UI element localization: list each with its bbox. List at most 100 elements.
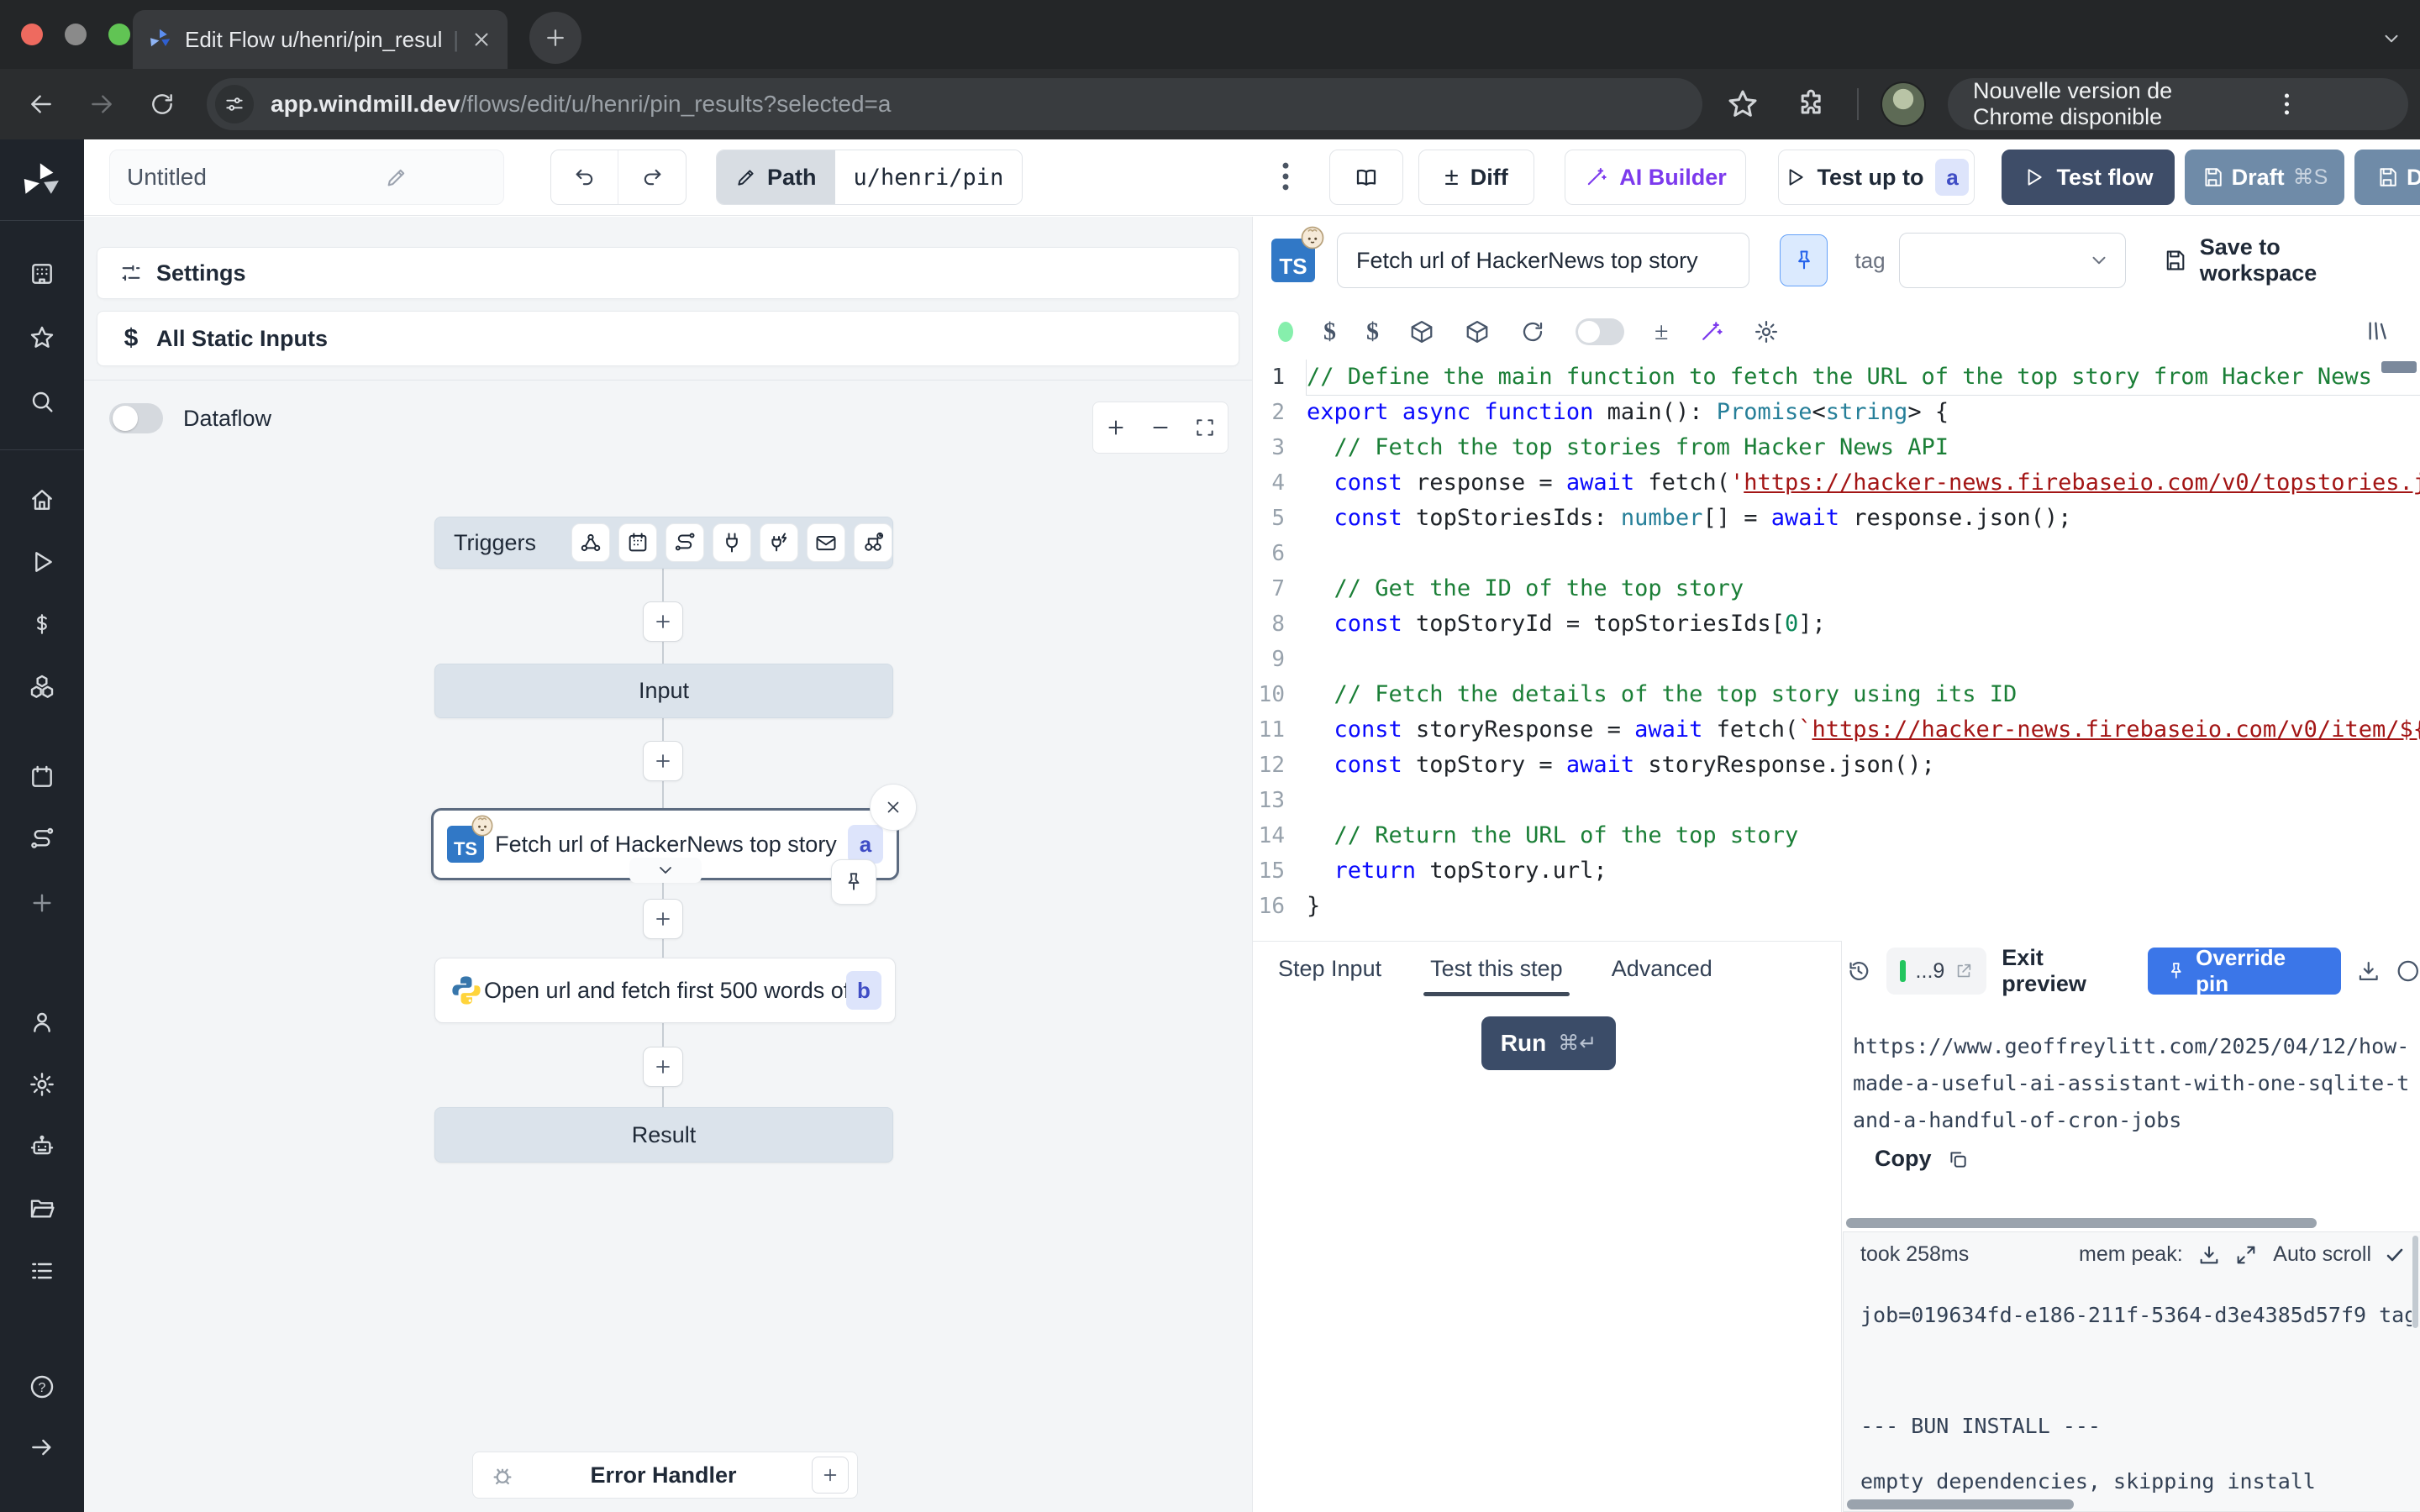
flow-step-b-node[interactable]: Open url and fetch first 500 words of ..… bbox=[434, 958, 896, 1023]
ai-builder-button[interactable]: AI Builder bbox=[1565, 150, 1746, 205]
pin-toggle-button[interactable] bbox=[1780, 234, 1828, 286]
code-line[interactable]: 15 return topStory.url; bbox=[1253, 853, 2420, 889]
job-run-badge[interactable]: ...9 bbox=[1886, 948, 1987, 995]
edit-pencil-icon[interactable] bbox=[307, 165, 487, 189]
window-minimize-button[interactable] bbox=[65, 24, 87, 45]
extensions-icon[interactable] bbox=[1795, 87, 1828, 121]
code-line[interactable]: 14 // Return the URL of the top story bbox=[1253, 818, 2420, 853]
editor-settings-gear-icon[interactable] bbox=[1754, 319, 1779, 344]
ai-wand-icon[interactable] bbox=[1698, 319, 1723, 344]
tab-advanced[interactable]: Advanced bbox=[1612, 942, 1712, 996]
path-button[interactable]: Path u/henri/pin bbox=[716, 150, 1023, 205]
code-line[interactable]: 12 const topStory = await storyResponse.… bbox=[1253, 748, 2420, 783]
audit-logs-icon[interactable] bbox=[23, 1252, 61, 1290]
tab-close-icon[interactable] bbox=[471, 29, 492, 50]
expand-sidebar-icon[interactable] bbox=[23, 1428, 61, 1467]
add-step-button[interactable] bbox=[643, 899, 683, 939]
result-node[interactable]: Result bbox=[434, 1107, 893, 1163]
log-horizontal-scrollbar[interactable] bbox=[1847, 1499, 2074, 1509]
window-close-button[interactable] bbox=[21, 24, 43, 45]
history-icon[interactable] bbox=[1846, 958, 1871, 984]
code-line[interactable]: 8 const topStoryId = topStoriesIds[0]; bbox=[1253, 606, 2420, 642]
flow-step-a-node[interactable]: TS Fetch url of HackerNews top story a bbox=[431, 808, 899, 880]
override-pin-button[interactable]: Override pin bbox=[2148, 948, 2341, 995]
error-handler-node[interactable]: Error Handler bbox=[472, 1452, 858, 1499]
log-vertical-scrollbar[interactable] bbox=[2412, 1236, 2418, 1328]
expand-logs-icon[interactable] bbox=[2234, 1243, 2258, 1267]
search-icon[interactable] bbox=[23, 382, 61, 421]
flow-settings-row[interactable]: Settings bbox=[97, 247, 1239, 299]
code-line[interactable]: 6 bbox=[1253, 536, 2420, 571]
auto-scroll-label[interactable]: Auto scroll bbox=[2273, 1242, 2371, 1267]
deploy-button[interactable]: Deploy bbox=[2354, 150, 2420, 205]
chrome-update-button[interactable]: Nouvelle version de Chrome disponible bbox=[1948, 78, 2408, 130]
code-line[interactable]: 1// Define the main function to fetch th… bbox=[1253, 360, 2420, 395]
redo-button[interactable] bbox=[618, 150, 686, 204]
external-link-icon[interactable] bbox=[1954, 962, 1973, 980]
download-logs-icon[interactable] bbox=[2197, 1243, 2221, 1267]
email-icon[interactable] bbox=[807, 523, 845, 562]
help-icon[interactable]: ? bbox=[23, 1368, 61, 1406]
forward-icon[interactable] bbox=[84, 87, 119, 122]
code-line[interactable]: 7 // Get the ID of the top story bbox=[1253, 571, 2420, 606]
package-icon[interactable] bbox=[1409, 319, 1434, 344]
add-item-icon[interactable] bbox=[23, 884, 61, 922]
variables-icon[interactable] bbox=[23, 605, 61, 643]
kafka-icon[interactable] bbox=[760, 523, 798, 562]
windmill-logo[interactable] bbox=[20, 160, 64, 203]
webhook-icon[interactable] bbox=[571, 523, 610, 562]
zoom-out-button[interactable] bbox=[1138, 402, 1182, 453]
resources-icon[interactable]: $ bbox=[1366, 319, 1379, 344]
reload-icon[interactable] bbox=[1520, 319, 1545, 344]
avatar[interactable] bbox=[1881, 81, 1926, 127]
settings-gear-icon[interactable] bbox=[23, 1065, 61, 1104]
runs-icon[interactable] bbox=[23, 543, 61, 581]
http-route-icon[interactable] bbox=[666, 523, 704, 562]
undo-button[interactable] bbox=[551, 150, 618, 204]
copy-result-button[interactable]: Copy bbox=[1875, 1146, 1969, 1172]
schedule-icon[interactable] bbox=[618, 523, 657, 562]
input-node[interactable]: Input bbox=[434, 664, 893, 718]
log-horizontal-scrollbar[interactable] bbox=[1846, 1218, 2317, 1228]
folders-icon[interactable] bbox=[23, 1189, 61, 1228]
diff-plusminus-icon[interactable]: ± bbox=[1655, 318, 1668, 346]
tab-search-chevron-icon[interactable] bbox=[2373, 20, 2410, 57]
download-result-icon[interactable] bbox=[2356, 958, 2381, 984]
home-icon[interactable] bbox=[23, 480, 61, 519]
add-step-button[interactable] bbox=[643, 741, 683, 781]
tag-select[interactable] bbox=[1899, 233, 2126, 288]
add-step-button[interactable] bbox=[643, 1047, 683, 1087]
exit-preview-button[interactable]: Exit preview bbox=[2002, 945, 2132, 997]
triggers-node[interactable]: Triggers bbox=[434, 517, 893, 569]
diff-button[interactable]: ± Diff bbox=[1418, 150, 1534, 205]
pinned-indicator-button[interactable] bbox=[831, 859, 876, 905]
code-line[interactable]: 9 bbox=[1253, 642, 2420, 677]
variables-icon[interactable]: $ bbox=[1323, 319, 1336, 344]
site-settings-icon[interactable] bbox=[215, 85, 254, 123]
reload-icon[interactable] bbox=[145, 87, 180, 122]
new-tab-button[interactable] bbox=[529, 12, 581, 64]
test-up-to-button[interactable]: Test up to a bbox=[1778, 150, 1975, 205]
package-icon[interactable] bbox=[1465, 319, 1490, 344]
window-zoom-button[interactable] bbox=[108, 24, 130, 45]
dataflow-toggle[interactable] bbox=[109, 403, 163, 433]
all-static-inputs-row[interactable]: $ All Static Inputs bbox=[97, 311, 1239, 366]
editor-scrollbar[interactable] bbox=[2381, 361, 2417, 373]
workers-icon[interactable] bbox=[23, 1127, 61, 1166]
tab-step-input[interactable]: Step Input bbox=[1278, 942, 1381, 996]
back-icon[interactable] bbox=[24, 87, 59, 122]
test-flow-button[interactable]: Test flow bbox=[2002, 150, 2175, 205]
browser-tab[interactable]: Edit Flow u/henri/pin_results | bbox=[133, 10, 508, 69]
collapse-step-button[interactable] bbox=[629, 858, 702, 883]
address-bar[interactable]: app.windmill.dev/flows/edit/u/henri/pin_… bbox=[207, 78, 1702, 130]
code-line[interactable]: 10 // Fetch the details of the top story… bbox=[1253, 677, 2420, 712]
more-options-icon[interactable] bbox=[1267, 158, 1304, 195]
code-line[interactable]: 4 const response = await fetch('https://… bbox=[1253, 465, 2420, 501]
info-circle-icon[interactable] bbox=[2396, 958, 2420, 984]
flow-title-field[interactable]: Untitled bbox=[109, 150, 504, 205]
add-step-button[interactable] bbox=[643, 601, 683, 642]
bookmark-star-icon[interactable] bbox=[1726, 87, 1760, 121]
save-to-workspace-button[interactable]: Save to workspace bbox=[2163, 234, 2402, 286]
browser-menu-icon[interactable] bbox=[2182, 90, 2391, 118]
code-line[interactable]: 16} bbox=[1253, 889, 2420, 924]
